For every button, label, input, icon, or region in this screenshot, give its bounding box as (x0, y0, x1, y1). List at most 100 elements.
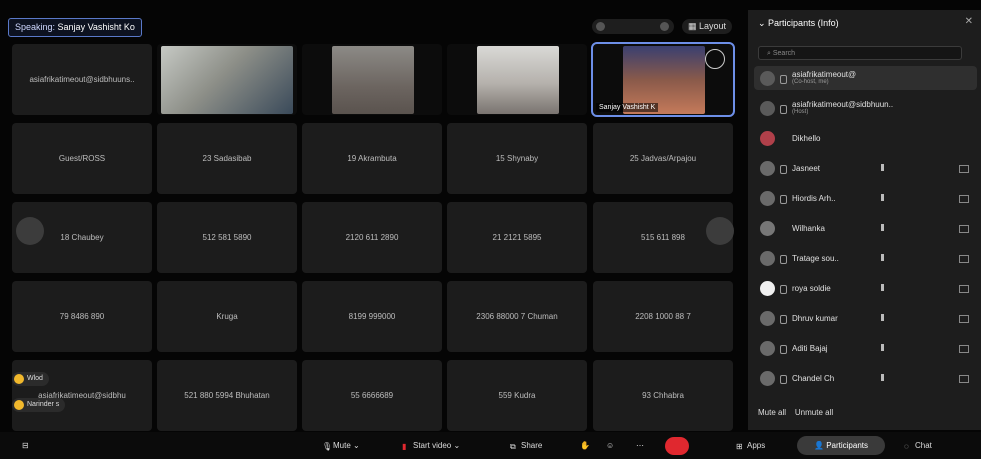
participant-tile[interactable]: 2120 611 2890 (302, 202, 442, 273)
participant-tile[interactable]: 15 Shynaby (447, 123, 587, 194)
tile-name: Guest/ROSS (58, 154, 106, 163)
speaking-name: Sanjay Vashisht Ko (57, 22, 135, 32)
participant-row[interactable]: Hiordis Arh.. (754, 186, 977, 210)
tile-name: 21 2121 5895 (492, 233, 542, 242)
participant-tile[interactable]: asiafrikatimeout@sidbhuuns.. (12, 44, 152, 115)
participant-row[interactable]: asiafrikatimeout@ (Co-host, me) (754, 66, 977, 90)
video-off-icon[interactable] (959, 285, 969, 293)
info-icon[interactable]: ⊟ (22, 438, 29, 454)
participant-tile-video[interactable] (157, 44, 297, 115)
participant-tile[interactable]: 19 Akrambuta (302, 123, 442, 194)
participant-tile[interactable]: 25 Jadvas/Arpajou (593, 123, 733, 194)
participant-tile[interactable]: 512 581 5890 (157, 202, 297, 273)
participant-name: Jasneet (792, 164, 821, 173)
meeting-window: Speaking: Sanjay Vashisht Ko ▦ Layout as… (0, 0, 981, 459)
participant-tile[interactable]: Kruga (157, 281, 297, 352)
participant-row[interactable]: roya soldie (754, 276, 977, 300)
raise-hand-icon[interactable]: ✋ (580, 438, 590, 454)
participant-tile[interactable]: 93 Chhabra (593, 360, 733, 431)
tile-name: 55 6666689 (350, 391, 394, 400)
microphone-icon (780, 285, 787, 294)
participant-tile[interactable]: Guest/ROSS (12, 123, 152, 194)
tile-name: 79 8486 890 (59, 312, 105, 321)
speaking-indicator: Speaking: Sanjay Vashisht Ko (8, 18, 142, 37)
avatar (760, 131, 775, 146)
video-off-icon[interactable] (959, 255, 969, 263)
video-off-icon: ▮ (402, 442, 407, 451)
end-call-button[interactable] (665, 437, 689, 455)
participant-row[interactable]: Dhruv kumar (754, 306, 977, 330)
video-off-icon[interactable] (959, 315, 969, 323)
tile-name: 2208 1000 88 7 (635, 312, 691, 321)
view-toggle[interactable] (592, 19, 674, 34)
video-feed (332, 46, 414, 114)
avatar (760, 251, 775, 266)
mute-all-button[interactable]: Mute all (758, 408, 786, 417)
participant-tile[interactable]: asiafrikatimeout@sidbhu (12, 360, 152, 431)
more-icon[interactable]: ⋯ (636, 438, 644, 454)
participant-tile[interactable]: 21 2121 5895 (447, 202, 587, 273)
participant-tile[interactable]: 8199 999000 (302, 281, 442, 352)
more-options-icon[interactable] (705, 49, 725, 69)
participant-name: Tratage sou.. (792, 254, 839, 263)
participant-row[interactable]: Aditi Bajaj (754, 336, 977, 360)
participant-tile[interactable]: 559 Kudra (447, 360, 587, 431)
video-off-icon[interactable] (959, 345, 969, 353)
avatar (760, 191, 775, 206)
tile-name: 15 Shynaby (495, 154, 539, 163)
bottom-toolbar: ⊟ 🎙Mute ⌄ ▮ Start video ⌄ ⧉ Share ✋ ☺ ⋯ ⊞ A… (0, 432, 981, 459)
participant-row[interactable]: Tratage sou.. (754, 246, 977, 270)
participant-name: Wilhanka (792, 224, 825, 233)
participant-tile-active-speaker[interactable]: Sanjay Vashisht K (591, 42, 735, 117)
participant-tile[interactable]: 521 880 5994 Bhuhatan (157, 360, 297, 431)
tile-name: 2306 88000 7 Chuman (476, 312, 558, 321)
video-off-icon[interactable] (959, 195, 969, 203)
tile-name: Kruga (216, 312, 238, 321)
layout-button[interactable]: ▦ Layout (682, 19, 733, 34)
chat-icon: ◌ (904, 442, 909, 451)
participant-tile[interactable]: 2208 1000 88 7 (593, 281, 733, 352)
video-off-icon[interactable] (959, 375, 969, 383)
apps-button[interactable]: ⊞ Apps (736, 438, 765, 454)
microphone-icon (780, 75, 787, 84)
tile-name: 25 Jadvas/Arpajou (629, 154, 697, 163)
participant-tile[interactable]: 23 Sadasibab (157, 123, 297, 194)
participant-role: (Host) (792, 109, 809, 115)
next-page-icon[interactable] (706, 217, 734, 245)
video-off-icon[interactable] (959, 165, 969, 173)
participant-tile[interactable]: 79 8486 890 (12, 281, 152, 352)
microphone-icon (780, 255, 787, 264)
microphone-icon: 🎙 (322, 442, 333, 451)
video-off-icon[interactable] (959, 225, 969, 233)
start-video-button[interactable]: ▮ Start video ⌄ (402, 438, 460, 454)
apps-icon: ⊞ (736, 442, 743, 451)
participant-row[interactable]: Wilhanka (754, 216, 977, 240)
hand-raised-icon (881, 224, 884, 231)
reactions-icon[interactable]: ☺ (606, 438, 614, 454)
unmute-all-button[interactable]: Unmute all (795, 408, 833, 417)
participants-icon: 👤 (814, 441, 827, 450)
previous-page-icon[interactable] (16, 217, 44, 245)
tile-name: 18 Chaubey (60, 233, 104, 242)
participant-tile[interactable]: 55 6666689 (302, 360, 442, 431)
participant-row[interactable]: asiafrikatimeout@sidbhuun.. (Host) (754, 96, 977, 120)
participants-button[interactable]: 👤 Participants (797, 436, 885, 455)
tile-name: 512 581 5890 (202, 233, 252, 242)
speaking-label: Speaking: (15, 22, 56, 32)
chat-button[interactable]: ◌ Chat (904, 438, 932, 454)
share-button[interactable]: ⧉ Share (510, 438, 542, 454)
participant-row[interactable]: Chandel Ch (754, 366, 977, 390)
participant-row[interactable]: Jasneet (754, 156, 977, 180)
participant-tile-video[interactable] (447, 44, 587, 115)
participant-search-input[interactable]: ⌕ Search (758, 46, 962, 60)
thumbs-up-icon (14, 400, 24, 410)
close-icon[interactable]: ✕ (965, 16, 973, 27)
participant-tile-video[interactable] (302, 44, 442, 115)
microphone-icon (780, 345, 787, 354)
avatar (760, 341, 775, 356)
participant-tile[interactable]: 2306 88000 7 Chuman (447, 281, 587, 352)
mute-button[interactable]: 🎙Mute ⌄ (322, 438, 360, 454)
microphone-icon (780, 105, 787, 114)
participant-row[interactable]: Dikhello (754, 126, 977, 150)
participant-name: Chandel Ch (792, 374, 835, 383)
